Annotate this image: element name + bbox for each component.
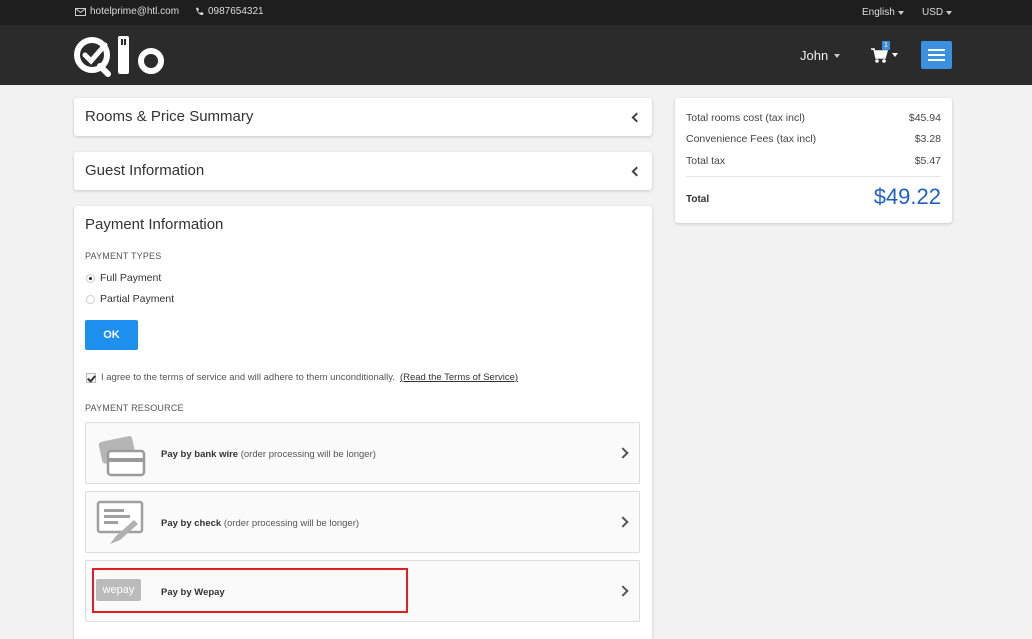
radio-checked-icon: [86, 273, 95, 283]
chevron-right-icon: [617, 447, 629, 459]
check-icon: [96, 500, 144, 544]
payment-types-label: PAYMENT TYPES: [85, 251, 162, 261]
chevron-right-icon: [617, 585, 629, 597]
payment-info-panel: Payment Information PAYMENT TYPES Full P…: [74, 206, 652, 639]
currency-selector[interactable]: USD: [922, 7, 953, 18]
menu-toggle-button[interactable]: [921, 41, 952, 69]
user-menu[interactable]: John: [800, 48, 841, 63]
summary-divider: [686, 176, 941, 177]
terms-text: I agree to the terms of service and will…: [101, 372, 395, 383]
user-name: John: [800, 48, 829, 63]
pay-by-wepay-option[interactable]: wepay Pay by Wepay: [85, 560, 640, 622]
wepay-logo-icon: wepay: [96, 579, 141, 601]
rooms-cost-value: $45.94: [908, 112, 941, 124]
email-contact[interactable]: hotelprime@htl.com: [75, 6, 179, 17]
pay-by-check-option[interactable]: Pay by check (order processing will be l…: [85, 491, 640, 553]
language-selector[interactable]: English: [862, 7, 904, 18]
fees-value: $3.28: [914, 133, 941, 145]
cart-count-badge: 1: [882, 41, 890, 50]
language-label: English: [862, 7, 895, 18]
chevron-right-icon: [617, 516, 629, 528]
bank-wire-method: Pay by bank wire: [161, 449, 239, 460]
partial-payment-radio[interactable]: Partial Payment: [86, 293, 174, 305]
phone-text: 0987654321: [208, 6, 264, 17]
full-payment-radio[interactable]: Full Payment: [86, 272, 161, 284]
cart-button[interactable]: 1: [870, 41, 900, 67]
total-value: $49.22: [873, 184, 941, 209]
phone-contact[interactable]: 0987654321: [195, 6, 264, 17]
wepay-method: Pay by Wepay: [161, 587, 225, 598]
terms-link[interactable]: (Read the Terms of Service): [400, 372, 518, 383]
top-bar: hotelprime@htl.com 0987654321 English US…: [0, 0, 1032, 25]
qlo-logo[interactable]: [74, 33, 169, 77]
hamburger-icon-bar: [928, 59, 945, 61]
bank-wire-note: (order processing will be longer): [238, 449, 376, 460]
terms-checkbox[interactable]: [86, 372, 96, 383]
fees-label: Convenience Fees (tax incl): [686, 133, 817, 145]
rooms-cost-label: Total rooms cost (tax incl): [686, 112, 806, 124]
hamburger-icon-bar: [928, 49, 945, 51]
pay-by-bank-wire-option[interactable]: Pay by bank wire (order processing will …: [85, 422, 640, 484]
tax-label: Total tax: [686, 155, 726, 167]
envelope-icon: [75, 7, 86, 16]
total-label: Total: [686, 194, 710, 205]
tax-row: Total tax $5.47: [686, 155, 941, 167]
caret-down-icon: [897, 10, 904, 15]
rooms-summary-title: Rooms & Price Summary: [85, 108, 254, 125]
caret-down-icon: [834, 53, 841, 58]
rooms-summary-panel[interactable]: Rooms & Price Summary: [74, 98, 652, 136]
payment-info-title: Payment Information: [85, 216, 224, 233]
currency-label: USD: [922, 7, 944, 18]
guest-info-panel[interactable]: Guest Information: [74, 152, 652, 190]
rooms-cost-row: Total rooms cost (tax incl) $45.94: [686, 112, 941, 124]
wepay-text: Pay by Wepay: [161, 587, 225, 598]
terms-agreement: I agree to the terms of service and will…: [86, 372, 518, 383]
payment-resource-label: PAYMENT RESOURCE: [85, 403, 184, 413]
radio-unchecked-icon: [86, 294, 95, 304]
bank-card-icon: [98, 436, 146, 477]
bank-wire-text: Pay by bank wire (order processing will …: [161, 449, 376, 460]
email-text: hotelprime@htl.com: [90, 6, 180, 17]
fees-row: Convenience Fees (tax incl) $3.28: [686, 133, 941, 145]
full-payment-label: Full Payment: [100, 272, 162, 284]
main-header: John 1: [0, 25, 1032, 85]
chevron-left-icon: [631, 166, 642, 177]
chevron-left-icon: [631, 112, 642, 123]
check-note: (order processing will be longer): [221, 518, 360, 529]
hamburger-icon-bar: [928, 54, 945, 56]
ok-button[interactable]: OK: [85, 320, 138, 350]
tax-value: $5.47: [914, 155, 941, 167]
guest-info-title: Guest Information: [85, 162, 205, 179]
partial-payment-label: Partial Payment: [100, 293, 175, 305]
price-summary-panel: Total rooms cost (tax incl) $45.94 Conve…: [675, 98, 952, 223]
phone-icon: [196, 7, 204, 16]
check-text: Pay by check (order processing will be l…: [161, 518, 359, 529]
check-method: Pay by check: [161, 518, 222, 529]
caret-down-icon: [946, 10, 953, 15]
caret-down-icon: [892, 53, 898, 57]
